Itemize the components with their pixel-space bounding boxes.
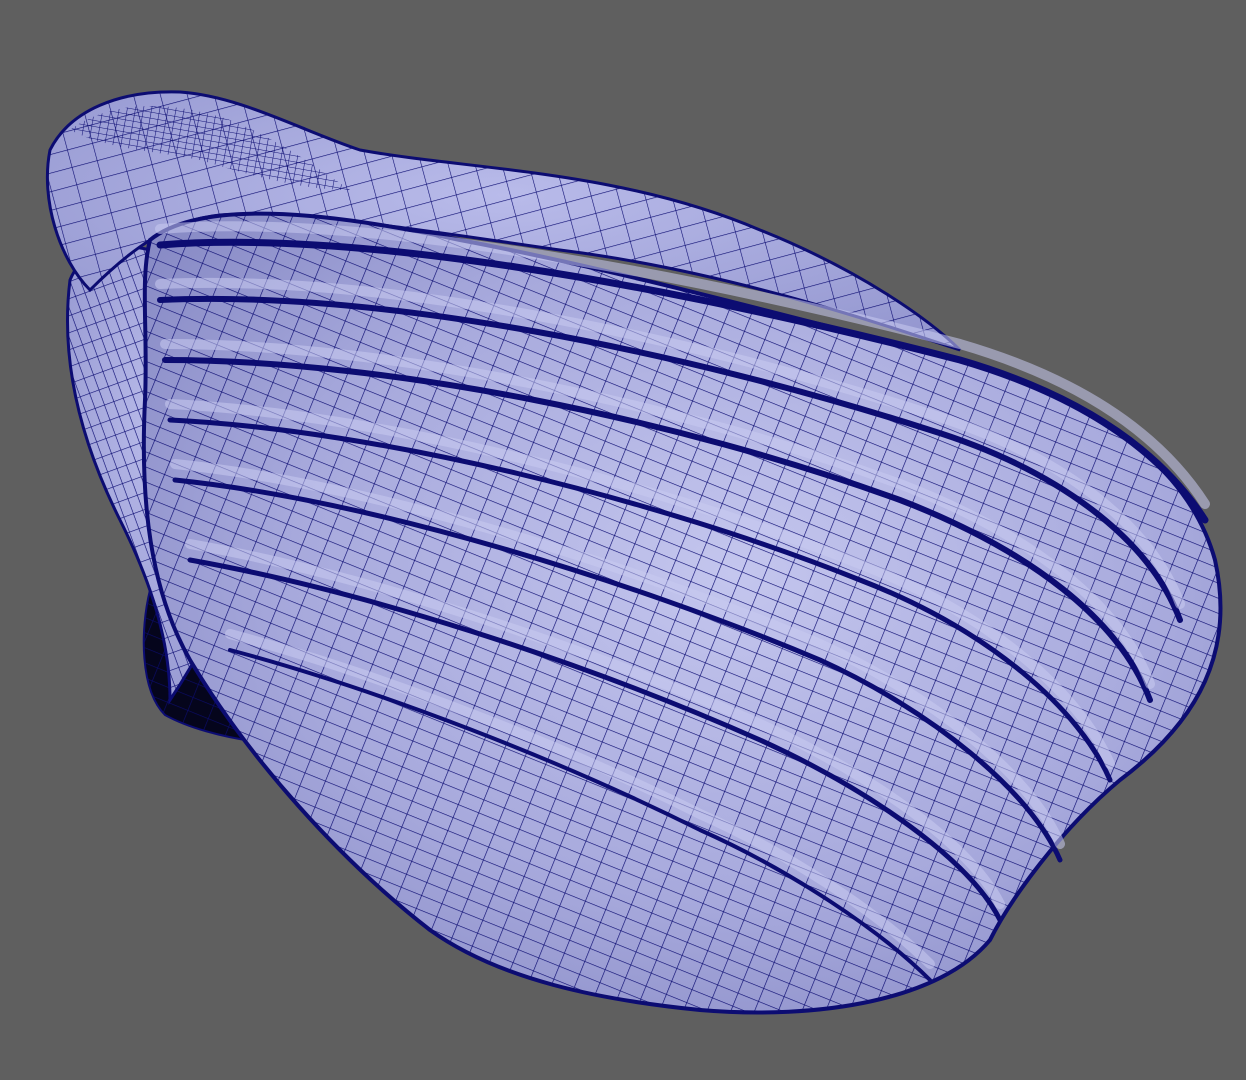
3d-viewport[interactable] <box>0 0 1246 1080</box>
shell-mesh-model[interactable] <box>0 0 1246 1080</box>
mesh-main-shell <box>141 211 1223 1015</box>
